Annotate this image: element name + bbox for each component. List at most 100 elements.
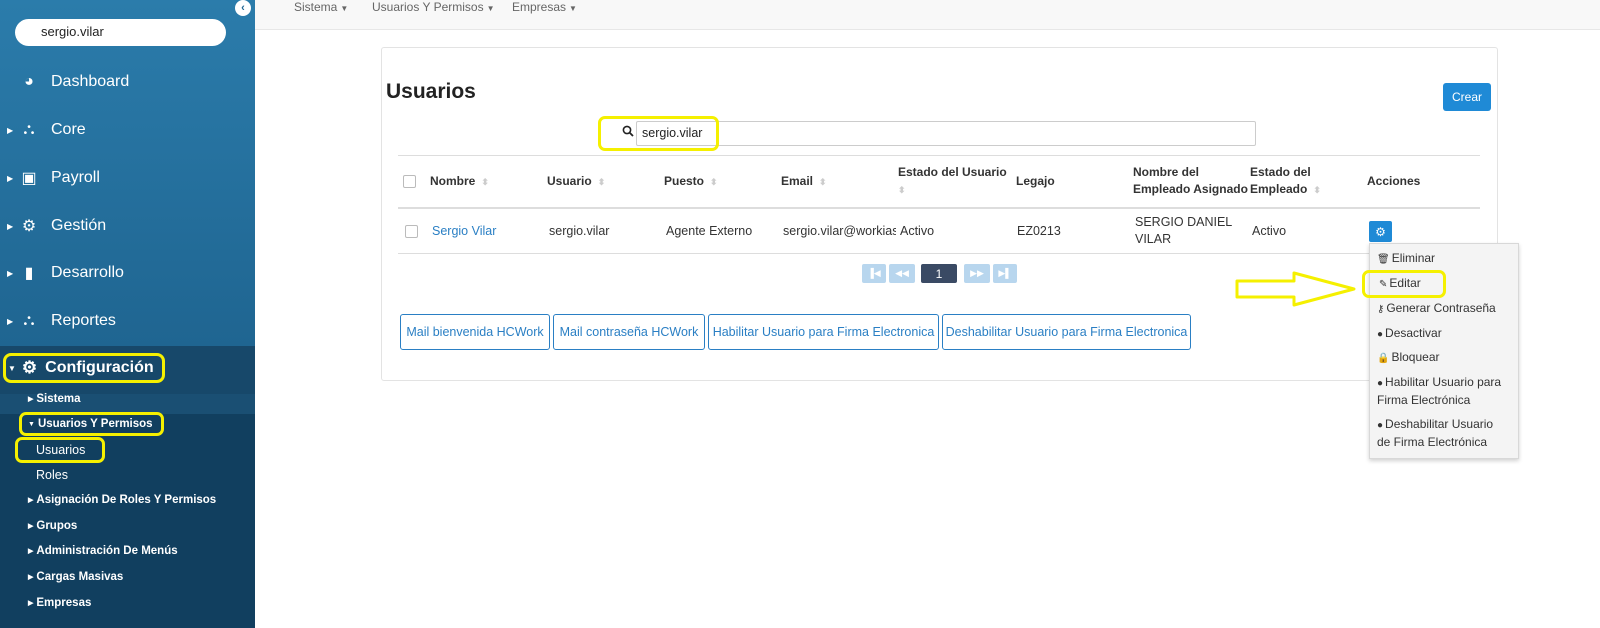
- caret-right-icon: ▶: [7, 173, 14, 183]
- sidebar-leaf-usuarios[interactable]: Usuarios: [15, 437, 105, 463]
- gear-icon: ⚙: [21, 358, 38, 377]
- next-page-icon: ▶▶: [970, 268, 984, 278]
- sidebar-subitem-label: Asignación De Roles Y Permisos: [36, 494, 217, 506]
- chevron-left-icon[interactable]: ‹: [235, 0, 251, 16]
- caret-right-icon: ▶: [7, 125, 14, 135]
- th-label: Usuario: [547, 174, 592, 188]
- gear-icon: ⚙: [1375, 224, 1386, 239]
- sidebar-item-label: Core: [51, 121, 86, 138]
- menu-item-desactivar[interactable]: ● Desactivar: [1377, 325, 1442, 343]
- th-nombre[interactable]: Nombre ⬍: [430, 173, 489, 191]
- sidebar-subitem-sistema[interactable]: ▶ Sistema: [28, 393, 81, 405]
- current-page-button[interactable]: 1: [921, 264, 957, 283]
- caret-right-icon: ▶: [7, 221, 14, 231]
- sidebar-subitem-empresas[interactable]: ▶ Empresas: [28, 597, 91, 609]
- sidebar-item-core[interactable]: ▶ ⛬ Core: [0, 106, 255, 154]
- sidebar-subitem-grupos[interactable]: ▶ Grupos: [28, 520, 77, 532]
- sidebar: ‹ sergio.vilar ◕ Dashboard ▶ ⛬ Core ▶ ▣ …: [0, 0, 255, 628]
- caret-right-icon: ▶: [28, 574, 34, 581]
- next-page-button[interactable]: ▶▶: [964, 264, 990, 283]
- sidebar-subitem-label: Usuarios Y Permisos: [37, 418, 153, 430]
- th-label: Empleado Asignado: [1133, 182, 1248, 196]
- topmenu-sistema[interactable]: Sistema ▼: [294, 0, 348, 14]
- caret-down-icon: ▼: [8, 363, 16, 373]
- sidebar-item-label: Configuración: [45, 359, 154, 376]
- sidebar-subitem-label: Cargas Masivas: [36, 571, 124, 583]
- sidebar-leaf-label: Usuarios: [36, 443, 86, 457]
- menu-item-label: Deshabilitar Usuario: [1385, 417, 1494, 431]
- sidebar-item-dashboard[interactable]: ◕ Dashboard: [0, 58, 255, 106]
- sidebar-item-gestion[interactable]: ▶ ⚙ Gestión: [0, 202, 255, 250]
- topmenu-empresas[interactable]: Empresas ▼: [512, 0, 577, 14]
- sidebar-item-configuracion[interactable]: ▼ ⚙ Configuración: [3, 353, 165, 383]
- menu-item-label: Generar Contraseña: [1386, 301, 1496, 315]
- menu-item-generar-contrasena[interactable]: ⚷ Generar Contraseña: [1377, 300, 1496, 318]
- sidebar-subitem-label: Grupos: [36, 520, 78, 532]
- lock-icon: 🔒: [1377, 353, 1390, 364]
- mail-contrasena-button[interactable]: Mail contraseña HCWork: [553, 314, 705, 350]
- cell-nombre-link[interactable]: Sergio Vilar: [432, 223, 496, 240]
- table-row-border: [398, 253, 1480, 254]
- trash-icon: 🗑: [1377, 254, 1390, 265]
- row-checkbox[interactable]: [405, 225, 418, 238]
- mail-bienvenida-button[interactable]: Mail bienvenida HCWork: [400, 314, 550, 350]
- th-legajo[interactable]: Legajo: [1016, 173, 1055, 190]
- topmenu-usuarios-permisos[interactable]: Usuarios Y Permisos ▼: [372, 0, 495, 14]
- last-page-button[interactable]: ▶▌: [993, 264, 1017, 283]
- sidebar-subitem-label: Empresas: [36, 597, 92, 609]
- th-usuario[interactable]: Usuario ⬍: [547, 173, 605, 191]
- topmenu-label: Usuarios Y Permisos: [372, 0, 484, 14]
- sidebar-item-payroll[interactable]: ▶ ▣ Payroll: [0, 154, 255, 202]
- caret-right-icon: ▶: [28, 600, 34, 607]
- menu-item-label: Habilitar Usuario para: [1385, 375, 1502, 389]
- th-estado-empleado[interactable]: Estado del Empleado ⬍: [1250, 164, 1321, 199]
- sidebar-item-desarrollo[interactable]: ▶ ▮ Desarrollo: [0, 249, 255, 297]
- user-cog-icon: ⚙: [21, 218, 37, 235]
- th-puesto[interactable]: Puesto ⬍: [664, 173, 718, 191]
- user-search-box[interactable]: sergio.vilar: [15, 19, 226, 46]
- create-button[interactable]: Crear: [1443, 83, 1491, 111]
- th-label: Empleado: [1250, 182, 1308, 196]
- th-email[interactable]: Email ⬍: [781, 173, 827, 191]
- sidebar-item-label: Gestión: [51, 217, 107, 234]
- sidebar-item-reportes[interactable]: ▶ ⛬ Reportes: [0, 297, 255, 345]
- caret-right-icon: ▶: [28, 523, 34, 530]
- th-empleado-asignado[interactable]: Nombre del Empleado Asignado: [1133, 164, 1248, 198]
- cell-legajo: EZ0213: [1017, 224, 1061, 238]
- menu-item-eliminar[interactable]: 🗑 Eliminar: [1377, 250, 1435, 268]
- sidebar-subitem-cargas-masivas[interactable]: ▶ Cargas Masivas: [28, 571, 123, 583]
- table-header-border: [398, 207, 1480, 209]
- prev-page-icon: ◀◀: [895, 268, 909, 278]
- circle-icon: ●: [1377, 329, 1384, 340]
- page-title: Usuarios: [386, 80, 476, 103]
- sort-icon: ⬍: [1313, 185, 1321, 195]
- sitemap-icon: ⛬: [23, 121, 35, 138]
- menu-item-bloquear[interactable]: 🔒 Bloquear: [1377, 349, 1440, 367]
- caret-right-icon: ▶: [28, 497, 34, 504]
- sidebar-subitem-admin-menus[interactable]: ▶ Administración De Menús: [28, 545, 178, 557]
- th-label: Email: [781, 174, 814, 188]
- row-actions-button[interactable]: ⚙: [1369, 221, 1392, 242]
- menu-item-habilitar-firma[interactable]: ● Habilitar Usuario para Firma Electrónica: [1377, 374, 1501, 409]
- select-all-checkbox[interactable]: [403, 175, 416, 188]
- sidebar-subitem-usuarios-permisos[interactable]: ▼ Usuarios Y Permisos: [19, 412, 164, 436]
- sidebar-leaf-roles[interactable]: Roles: [36, 468, 68, 482]
- dashboard-icon: ◕: [24, 73, 34, 90]
- menu-item-label: Desactivar: [1385, 326, 1442, 340]
- search-icon: [622, 125, 634, 140]
- deshabilitar-firma-button[interactable]: Deshabilitar Usuario para Firma Electron…: [942, 314, 1191, 350]
- sidebar-subitem-asignacion[interactable]: ▶ Asignación De Roles Y Permisos: [28, 494, 216, 506]
- th-estado-usuario[interactable]: Estado del Usuario ⬍: [898, 164, 1010, 199]
- sidebar-item-label: Desarrollo: [51, 264, 124, 281]
- cell-estado-empleado: Activo: [1252, 224, 1287, 238]
- prev-page-button[interactable]: ◀◀: [889, 264, 915, 283]
- habilitar-firma-button[interactable]: Habilitar Usuario para Firma Electronica: [708, 314, 939, 350]
- cell-line: VILAR: [1135, 232, 1172, 246]
- first-page-button[interactable]: ▐◀: [862, 264, 886, 283]
- search-input[interactable]: sergio.vilar: [636, 121, 1256, 146]
- table-top-border: [398, 155, 1480, 156]
- circle-icon: ●: [1377, 378, 1384, 389]
- key-icon: ⚷: [1377, 304, 1385, 315]
- cell-estado-usuario: Activo: [900, 224, 935, 238]
- menu-item-deshabilitar-firma[interactable]: ● Deshabilitar Usuario de Firma Electrónic…: [1377, 416, 1493, 451]
